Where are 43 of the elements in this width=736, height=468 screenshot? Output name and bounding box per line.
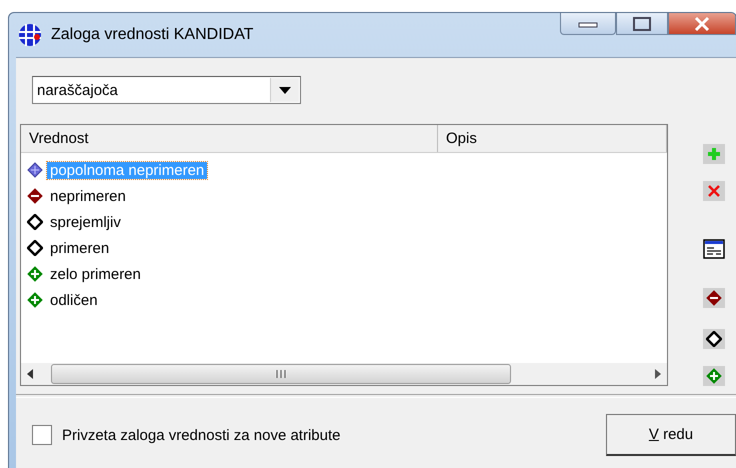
sort-dropdown[interactable]: naraščajoča xyxy=(32,76,301,104)
delete-icon xyxy=(707,184,721,198)
diamond-button[interactable] xyxy=(703,329,725,349)
minimize-button[interactable] xyxy=(560,13,616,35)
window-title: Zaloga vrednosti KANDIDAT xyxy=(51,26,254,44)
form-button[interactable] xyxy=(703,239,725,259)
add-icon xyxy=(706,146,722,162)
diamond-icon xyxy=(706,331,722,347)
scroll-right-icon xyxy=(655,369,661,379)
column-header[interactable]: Opis xyxy=(438,125,667,152)
close-button[interactable] xyxy=(668,13,736,35)
crossed-diamond-icon xyxy=(27,162,43,178)
plus-diamond-button[interactable] xyxy=(703,366,725,386)
form-icon xyxy=(703,239,725,259)
ok-button[interactable]: V redu xyxy=(606,414,736,456)
scroll-left-icon xyxy=(27,369,33,379)
minus-diamond-icon xyxy=(27,188,43,204)
close-icon xyxy=(694,16,710,32)
minimize-icon xyxy=(578,20,598,28)
list-item[interactable]: sprejemljiv xyxy=(47,214,124,230)
plus-diamond-icon xyxy=(27,292,43,308)
maximize-icon xyxy=(633,16,651,30)
app-logo-icon xyxy=(17,23,43,47)
list-item[interactable]: primeren xyxy=(47,240,112,256)
checkbox[interactable] xyxy=(32,425,52,445)
dropdown-value: naraščajoča xyxy=(36,82,119,98)
checkbox-label: Privzeta zaloga vrednosti za nove atribute xyxy=(62,426,340,444)
scrollbar-thumb[interactable] xyxy=(51,364,511,384)
list-item[interactable]: neprimeren xyxy=(47,188,129,204)
diamond-icon xyxy=(27,240,43,256)
grip-icon xyxy=(276,370,286,378)
diamond-icon xyxy=(27,214,43,230)
column-header[interactable]: Vrednost xyxy=(21,125,438,152)
horizontal-scrollbar[interactable] xyxy=(21,363,667,385)
list-item[interactable]: odličen xyxy=(47,292,101,308)
minus-diamond-icon xyxy=(706,290,722,306)
dropdown-arrow-icon xyxy=(279,86,291,94)
plus-diamond-icon xyxy=(706,368,722,384)
maximize-button[interactable] xyxy=(616,13,668,35)
list-item[interactable]: zelo primeren xyxy=(47,266,144,282)
plus-diamond-icon xyxy=(27,266,43,282)
minus-diamond-button[interactable] xyxy=(703,288,725,308)
delete-button[interactable] xyxy=(703,181,725,201)
